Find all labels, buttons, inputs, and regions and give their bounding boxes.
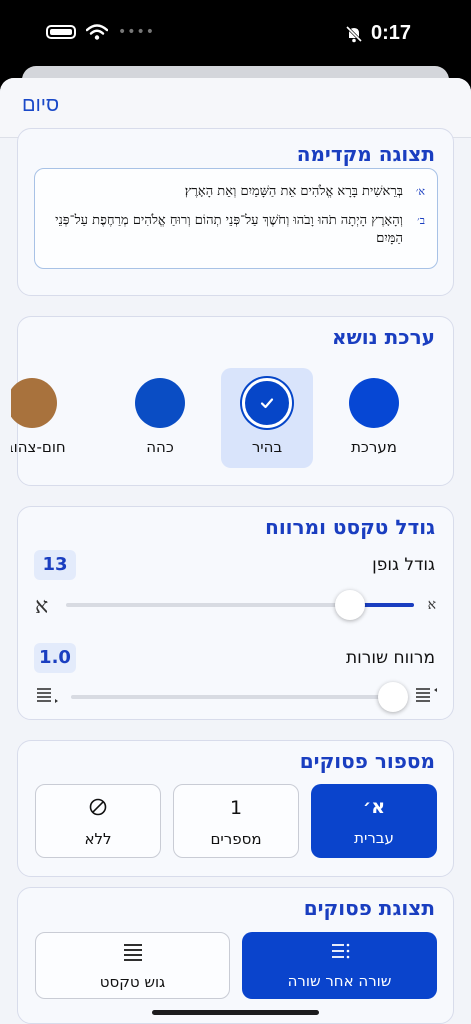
text-size-card: גודל טקסט ומרווח גודל גופן 13 א א מרווח … [17,506,454,720]
wifi-icon [86,24,108,40]
line-spacing-value: 1.0 [34,643,76,673]
signal-icon: •••• [118,24,156,40]
numbering-none-label: ללא [84,830,112,848]
numbering-none-glyph [36,797,160,821]
theme-swatch [242,378,292,428]
done-button[interactable]: סיום [22,94,59,117]
line-spacing-small-icon [37,688,58,703]
silent-bell-icon [345,25,363,42]
text-size-title: גודל טקסט ומרווח [265,515,435,539]
theme-option-light[interactable]: בהיר [221,368,313,468]
font-size-value: 13 [34,550,76,580]
theme-swatch [135,378,185,428]
theme-swatch [349,378,399,428]
battery-icon [46,25,76,39]
status-time: 0:17 [370,22,411,44]
no-symbol-icon [89,798,107,816]
preview-box: א׳ בְּרֵאשִׁית בָּרָא אֱלֹהִים אֵת הַשָּ… [34,168,438,269]
home-indicator [152,1010,319,1015]
preview-title: תצוגה מקדימה [296,142,435,166]
verse-display-card: תצוגת פסוקים שורה אחר שורה גוש טקסט [17,887,454,1024]
list-numbered-icon [242,942,437,966]
numbering-digits-glyph: 1 [229,797,243,819]
numbering-hebrew-label: עברית [354,829,394,847]
font-small-glyph: א [427,597,436,613]
theme-title: ערכת נושא [332,325,435,349]
checkmark-icon [260,398,274,409]
display-text-block-button[interactable]: גוש טקסט [35,932,230,999]
verse-number: ב׳ [417,214,425,227]
font-size-slider-thumb[interactable] [334,590,365,620]
theme-card: ערכת נושא מערכת בהיר כהה חום-צהוב [11,316,454,486]
verse-display-title: תצוגת פסוקים [303,896,435,920]
preview-card: תצוגה מקדימה א׳ בְּרֵאשִׁית בָּרָא אֱלֹה… [17,128,454,296]
theme-label: מערכת [351,438,397,456]
theme-option-dark[interactable]: כהה [114,368,206,468]
display-text-block-label: גוש טקסט [99,973,166,991]
theme-label: בהיר [251,438,283,456]
numbering-hebrew-glyph: א׳ [362,796,386,818]
theme-label: חום-צהוב [11,438,66,456]
line-spacing-label: מרווח שורות [346,648,435,668]
status-bar: •••• 0:17 [0,0,471,68]
display-line-by-line-button[interactable]: שורה אחר שורה [242,932,437,999]
preview-verse: ב׳ וְהָאָרֶץ הָיְתָה תֹהוּ וָבֹהוּ וְחֹש… [49,212,425,248]
line-spacing-slider[interactable] [71,682,408,712]
preview-verse: א׳ בְּרֵאשִׁית בָּרָא אֱלֹהִים אֵת הַשָּ… [49,183,425,201]
line-spacing-large-icon [416,688,437,702]
text-block-icon [36,943,229,967]
verse-numbering-title: מספור פסוקים [299,749,435,773]
line-spacing-slider-thumb[interactable] [378,682,408,712]
numbering-none-button[interactable]: ללא [35,784,161,858]
numbering-digits-label: מספרים [210,830,262,848]
font-large-glyph: א [35,594,49,619]
theme-swatch [11,378,57,428]
theme-label: כהה [146,438,174,456]
theme-option-sepia[interactable]: חום-צהוב [11,368,83,468]
settings-sheet: סיום תצוגה מקדימה א׳ בְּרֵאשִׁית בָּרָא … [0,78,471,1024]
theme-option-system[interactable]: מערכת [328,368,420,468]
verse-text: וְהָאָרֶץ הָיְתָה תֹהוּ וָבֹהוּ וְחֹשֶׁך… [55,213,403,246]
verse-text: בְּרֵאשִׁית בָּרָא אֱלֹהִים אֵת הַשָּׁמַ… [184,184,403,199]
font-size-label: גודל גופן [372,555,435,575]
font-size-slider[interactable] [66,590,414,620]
verse-number: א׳ [415,185,425,198]
numbering-hebrew-button[interactable]: א׳ עברית [311,784,437,858]
numbering-digits-button[interactable]: 1 מספרים [173,784,299,858]
display-line-by-line-label: שורה אחר שורה [287,972,392,990]
verse-numbering-card: מספור פסוקים א׳ עברית 1 מספרים ללא [17,740,454,877]
